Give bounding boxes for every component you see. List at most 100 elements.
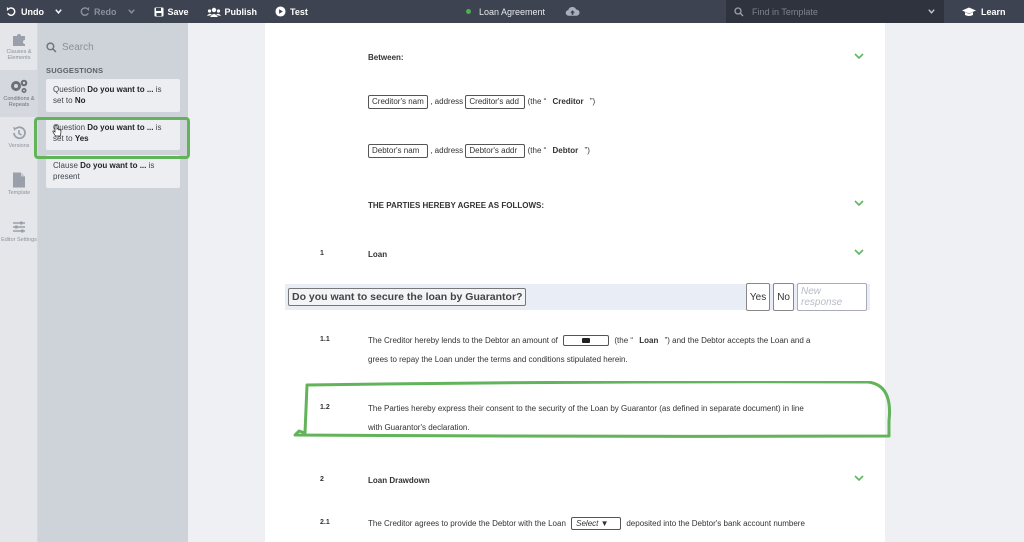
paragraph-text: The Creditor agrees to provide the Debto… [368, 519, 566, 528]
parties-heading: THE PARTIES HEREBY AGREE AS FOLLOWS: [368, 201, 545, 210]
redo-button[interactable]: Redo [73, 0, 142, 23]
new-response-button[interactable]: New response [797, 283, 867, 311]
paren-open: (the “ [527, 146, 547, 156]
paragraph-text: The Creditor hereby lends to the Debtor … [368, 336, 558, 345]
section-number: 2 [320, 476, 324, 483]
suggestion-prefix: Question [53, 85, 86, 94]
rail-item-versions[interactable]: Versions [0, 117, 38, 164]
creditor-address-field[interactable]: Creditor's add [465, 95, 526, 109]
chevron-down-icon[interactable] [127, 7, 136, 16]
select-value: Select [576, 519, 599, 529]
yes-button[interactable]: Yes [745, 283, 771, 311]
address-label: , address [430, 146, 464, 156]
suggestion-question: Do you want to ... [80, 161, 147, 170]
paragraph-text: ”) and the Debtor accepts the Loan and a [664, 336, 811, 345]
chevron-down-icon[interactable] [854, 474, 864, 482]
chevron-down-icon[interactable] [854, 199, 864, 207]
history-icon [13, 126, 26, 140]
rail-item-clauses[interactable]: Clauses & Elements [0, 23, 38, 70]
paren-close: ”) [589, 97, 596, 107]
template-search [726, 0, 944, 23]
suggestion-prefix: Clause [53, 161, 78, 170]
play-circle-icon [275, 6, 286, 17]
rail-label: Conditions & Repeats [3, 96, 35, 108]
address-label: , address [430, 97, 464, 107]
icon-rail: Clauses & Elements Conditions & Repeats … [0, 23, 38, 542]
rail-label: Versions [8, 143, 30, 149]
publish-button[interactable]: Publish [201, 0, 264, 23]
panel-search[interactable]: Search [38, 23, 188, 55]
suggestion-item[interactable]: Clause Do you want to ... is present [46, 155, 180, 188]
between-label: Between: [368, 53, 404, 62]
debtor-term: Debtor [552, 146, 579, 156]
sliders-icon [13, 221, 25, 233]
chevron-down-icon[interactable] [854, 248, 864, 256]
rail-item-editor-settings[interactable]: Editor Settings [0, 211, 38, 258]
test-label: Test [290, 6, 308, 17]
rail-label: Clauses & Elements [6, 49, 32, 61]
paragraph-text: grees to repay the Loan under the terms … [368, 355, 628, 364]
question-label[interactable]: Do you want to secure the loan by Guaran… [288, 288, 527, 306]
paragraph-text: (the “ [614, 336, 634, 345]
redo-icon [80, 6, 90, 16]
question-responses: Yes No New response [745, 283, 867, 311]
debtor-address-field[interactable]: Debtor's addr [465, 144, 526, 158]
redo-label: Redo [94, 6, 117, 17]
debtor-name-field[interactable]: Debtor's nam [368, 144, 428, 158]
undo-icon [6, 6, 16, 16]
document-canvas: Between: Creditor's nam , address Credit… [265, 23, 885, 542]
save-label: Save [167, 6, 189, 17]
question-bar: Do you want to secure the loan by Guaran… [285, 283, 870, 311]
select-dropdown[interactable]: Select ▼ [571, 517, 622, 531]
panel-search-label: Search [62, 41, 94, 53]
chevron-down-icon[interactable] [927, 7, 936, 16]
top-toolbar: Undo Redo Save Publish Test Loan Agreeme… [0, 0, 1024, 23]
puzzle-piece-icon [13, 34, 25, 46]
cloud-upload-icon[interactable] [565, 6, 580, 17]
no-button[interactable]: No [773, 283, 794, 311]
section-title: Loan [368, 250, 388, 259]
document-status: Loan Agreement [466, 0, 580, 23]
amount-field[interactable] [563, 335, 610, 347]
learn-button[interactable]: Learn [962, 0, 1006, 23]
loan-term: Loan [639, 336, 659, 345]
file-icon [13, 172, 25, 188]
paragraph-number: 1.1 [320, 336, 330, 343]
section-number: 1 [320, 250, 324, 257]
suggestions-panel: Search SUGGESTIONS Question Do you want … [38, 23, 188, 542]
suggestion-question: Do you want to ... [87, 85, 154, 94]
creditor-name-field[interactable]: Creditor's nam [368, 95, 428, 109]
rail-item-template[interactable]: Template [0, 164, 38, 211]
undo-button[interactable]: Undo [0, 0, 69, 23]
rail-item-conditions[interactable]: Conditions & Repeats [0, 70, 38, 117]
hand-cursor-icon [52, 125, 62, 137]
highlight-annotation [34, 117, 190, 159]
caret-down-icon: ▼ [600, 519, 609, 529]
learn-label: Learn [981, 6, 1006, 17]
floppy-disk-icon [154, 7, 163, 16]
publish-label: Publish [224, 6, 258, 17]
highlight-annotation [293, 381, 892, 438]
suggestion-item[interactable]: Question Do you want to ... is set to No [46, 79, 180, 112]
paren-open: (the “ [527, 97, 547, 107]
status-dot-icon [466, 9, 471, 14]
undo-label: Undo [21, 6, 44, 17]
test-button[interactable]: Test [269, 0, 314, 23]
search-icon [734, 6, 744, 16]
graduation-cap-icon [962, 7, 976, 16]
paragraph-text: deposited into the Debtor's bank account… [626, 519, 805, 528]
gears-icon [11, 79, 28, 93]
search-icon [46, 41, 57, 52]
save-button[interactable]: Save [148, 0, 195, 23]
users-icon [206, 7, 221, 17]
rail-label: Editor Settings [1, 237, 37, 243]
paragraph-number: 2.1 [320, 519, 330, 526]
document-title: Loan Agreement [479, 6, 546, 17]
creditor-term: Creditor [552, 97, 584, 107]
section-title: Loan Drawdown [368, 476, 430, 485]
template-search-input[interactable] [752, 6, 919, 17]
suggestions-title: SUGGESTIONS [46, 66, 104, 75]
suggestion-value: No [74, 96, 86, 105]
chevron-down-icon[interactable] [854, 52, 864, 60]
chevron-down-icon[interactable] [54, 7, 63, 16]
